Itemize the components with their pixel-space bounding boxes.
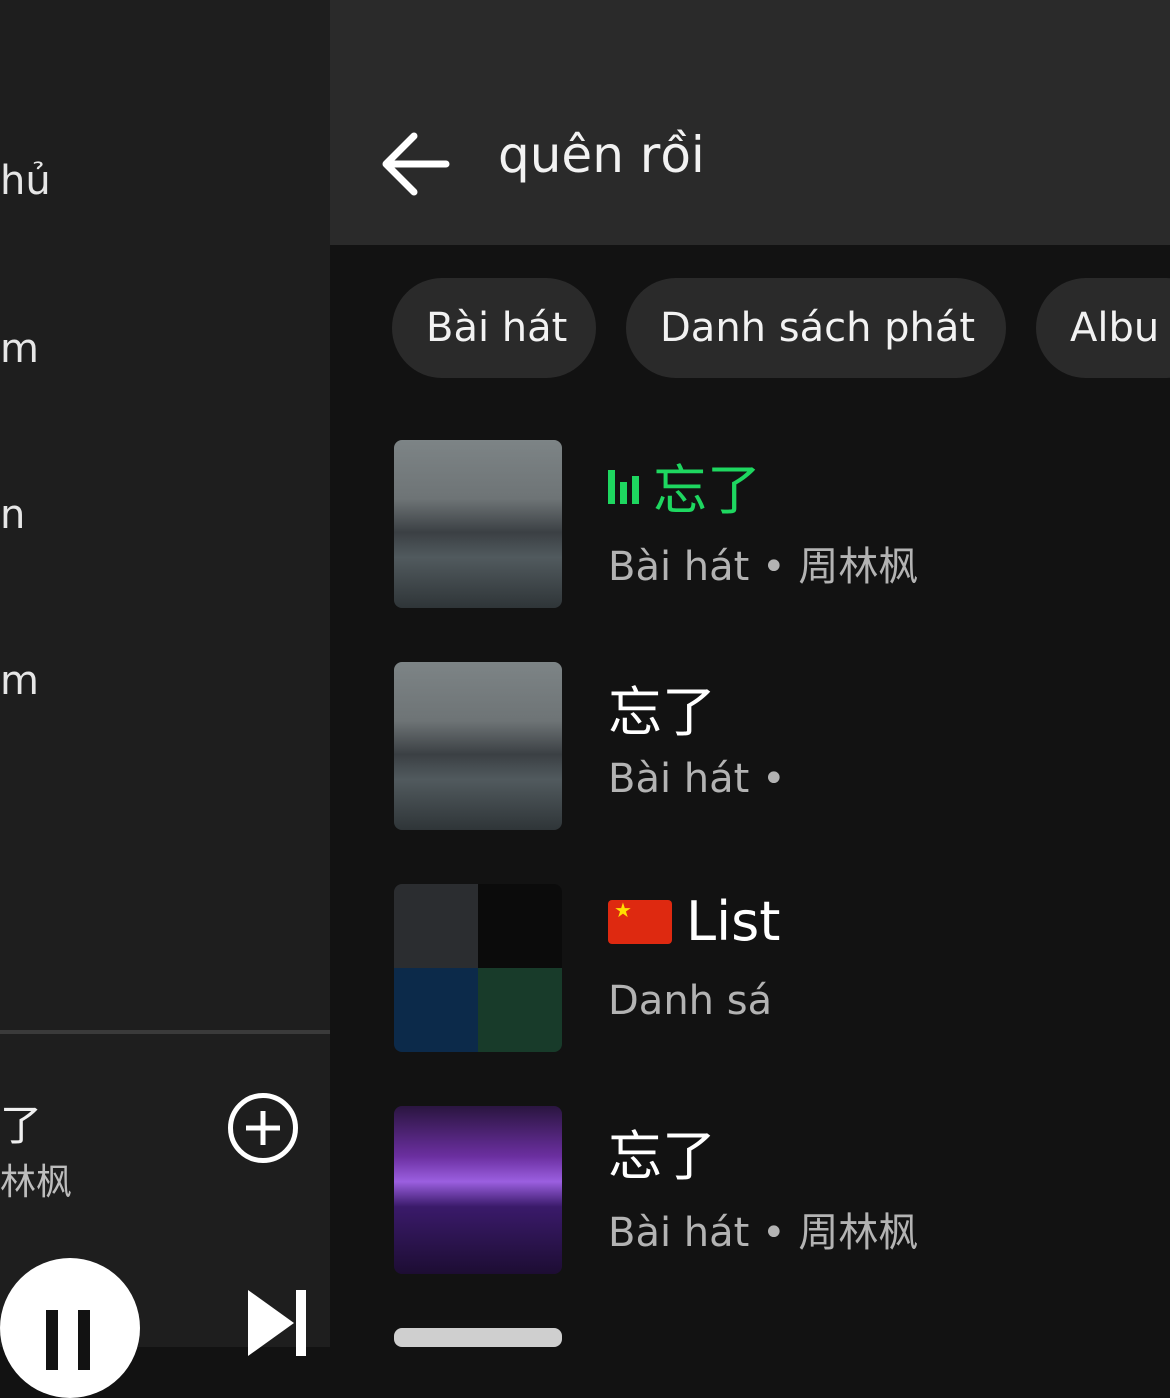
skip-next-icon[interactable] <box>244 1288 314 1358</box>
library-item-label[interactable]: n <box>0 492 25 538</box>
result-title-text: 忘了 <box>608 1125 716 1188</box>
library-item-label[interactable]: m <box>0 658 39 704</box>
search-result-row[interactable] <box>394 1328 1170 1347</box>
add-icon[interactable] <box>228 1093 298 1163</box>
mosaic-tile <box>478 968 562 1052</box>
pause-bar <box>78 1310 90 1370</box>
search-header: quên rồi <box>330 0 1170 245</box>
search-result-row[interactable]: List Danh sá <box>394 884 1170 1059</box>
library-item-label[interactable]: m <box>0 326 39 372</box>
search-result-row[interactable]: 忘了 Bài hát • 周林枫 <box>394 1106 1170 1281</box>
mosaic-tile <box>394 884 478 968</box>
album-cover-image <box>394 1328 562 1347</box>
result-subtitle: Danh sá <box>608 978 773 1024</box>
divider <box>0 1030 360 1034</box>
album-cover-image <box>394 1106 562 1274</box>
result-title-text: List <box>686 890 781 953</box>
result-title-text: 忘了 <box>653 459 761 522</box>
mini-player-artist: 林枫 <box>0 1162 73 1203</box>
mosaic-tile <box>478 884 562 968</box>
result-title: 忘了 <box>608 1112 716 1191</box>
result-title: 忘了 <box>608 446 761 525</box>
result-subtitle: Bài hát • 周林枫 <box>608 1210 919 1256</box>
filter-chip-albums[interactable]: Albu <box>1036 278 1170 378</box>
result-subtitle: Bài hát • <box>608 756 786 802</box>
search-result-row[interactable]: 忘了 Bài hát • <box>394 662 1170 837</box>
result-subtitle: Bài hát • 周林枫 <box>608 544 919 590</box>
playlist-mosaic-cover <box>394 884 562 1052</box>
album-cover-image <box>394 662 562 830</box>
now-playing-equalizer-icon <box>608 468 639 504</box>
result-title: 忘了 <box>608 668 716 747</box>
search-panel: quên rồi Bài hát Danh sách phát Albu 忘了 … <box>330 0 1170 1347</box>
background-library-panel: hủ m n m 了 林枫 <box>0 0 360 1398</box>
filter-chip-songs[interactable]: Bài hát <box>392 278 596 378</box>
search-result-row[interactable]: 忘了 Bài hát • 周林枫 <box>394 440 1170 615</box>
pause-button[interactable] <box>0 1258 140 1398</box>
album-cover-image <box>394 440 562 608</box>
mini-player-title: 了 <box>0 1101 43 1150</box>
result-title: List <box>608 890 780 953</box>
back-arrow-icon[interactable] <box>380 128 452 200</box>
library-item-label[interactable]: hủ <box>0 158 51 204</box>
filter-chip-playlists[interactable]: Danh sách phát <box>626 278 1006 378</box>
mosaic-tile <box>394 968 478 1052</box>
pause-bar <box>46 1310 58 1370</box>
china-flag-icon <box>608 898 672 944</box>
search-input[interactable]: quên rồi <box>498 126 705 184</box>
result-title-text: 忘了 <box>608 681 716 744</box>
